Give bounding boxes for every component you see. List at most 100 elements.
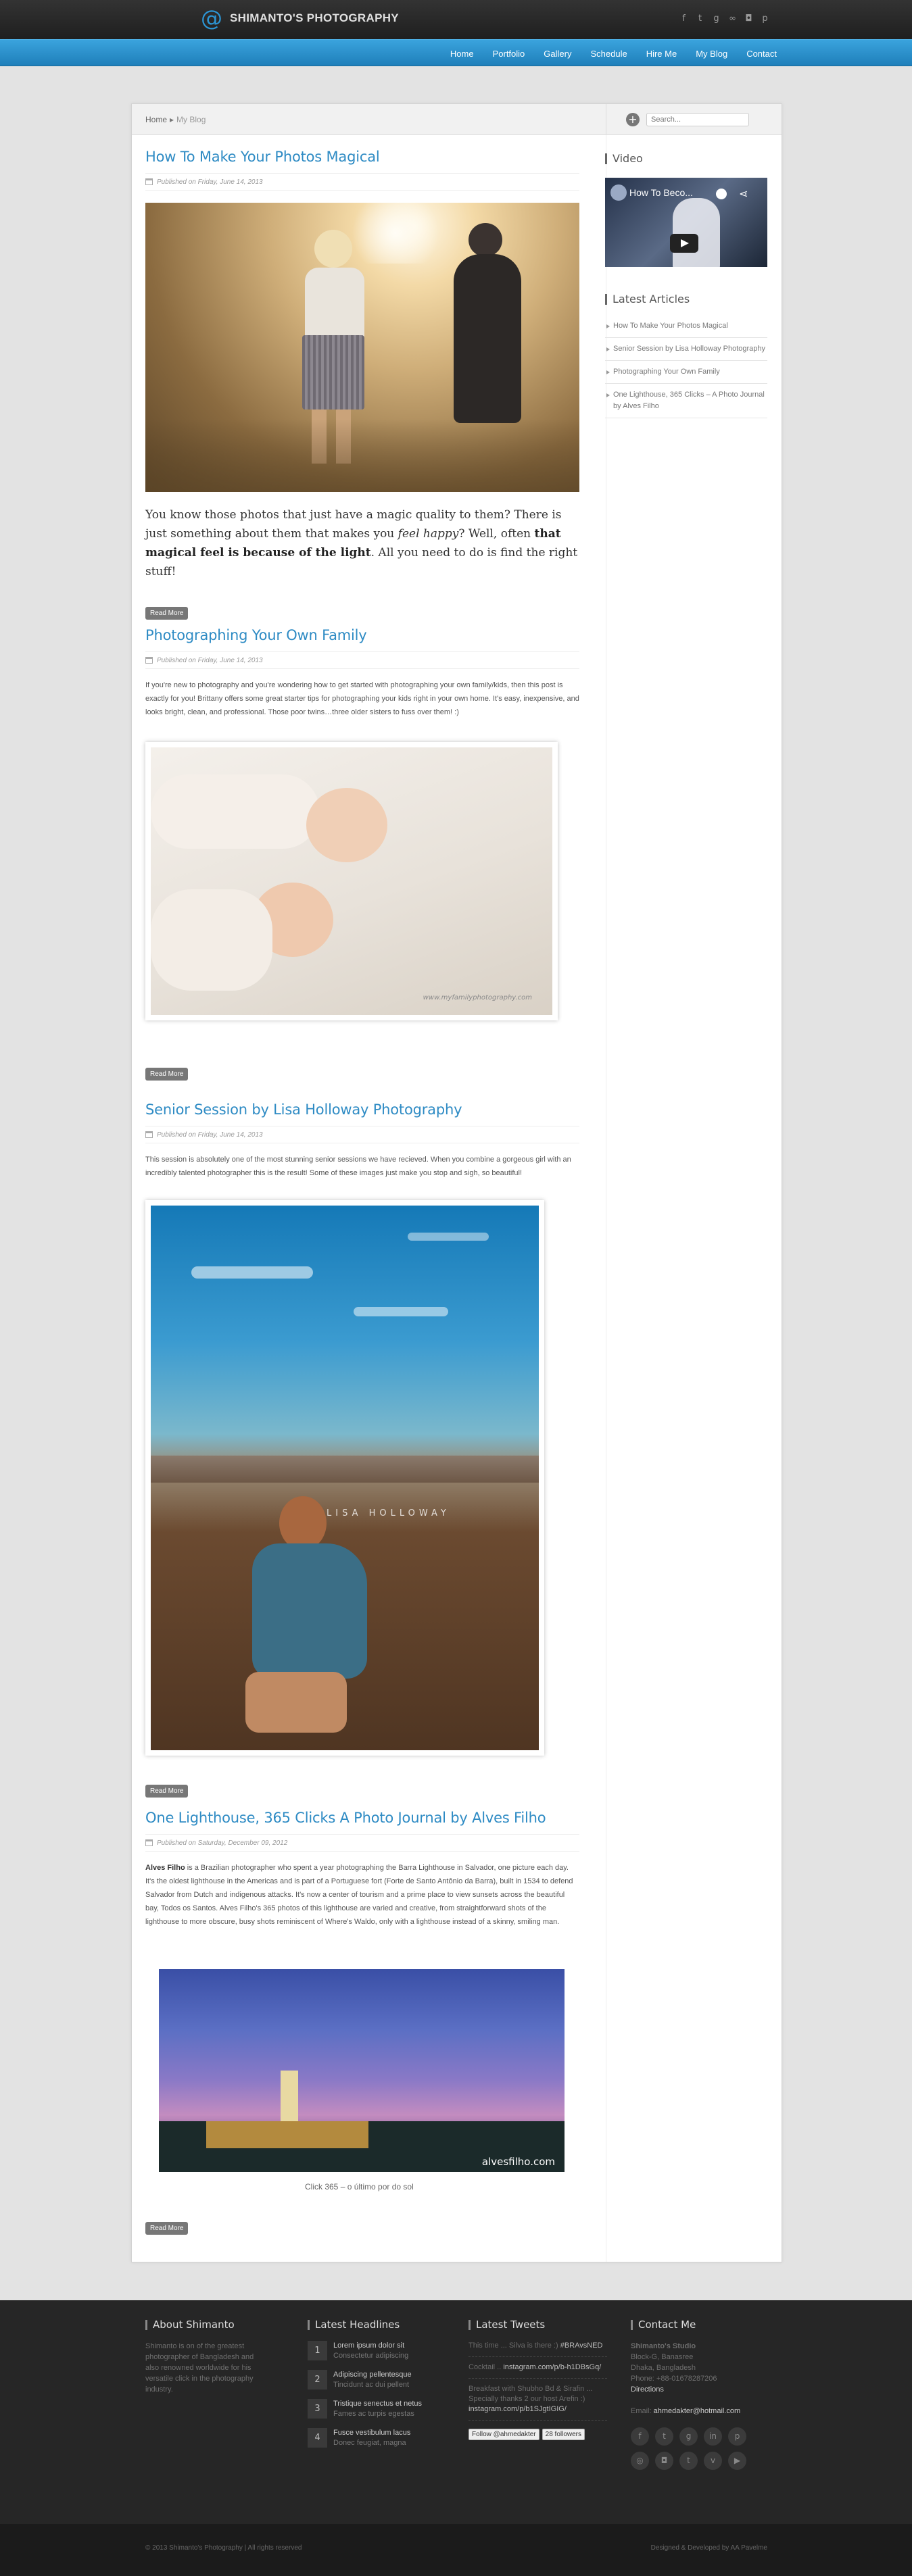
breadcrumb-home[interactable]: Home [145,115,167,124]
child-skirt [302,335,364,410]
dribbble-icon[interactable]: ◎ [631,2452,649,2470]
twitter-icon[interactable]: t [695,14,705,24]
linkedin-icon[interactable]: in [704,2427,722,2446]
pinterest-icon[interactable]: p [728,2427,746,2446]
latest-article-link[interactable]: One Lighthouse, 365 Clicks – A Photo Jou… [605,384,767,418]
nav-contact[interactable]: Contact [737,49,786,59]
tweet-link[interactable]: instagram.com/p/b1SJgtIGIG/ [469,2405,567,2413]
bottom-bar: © 2013 Shimanto's Photography | All righ… [0,2524,912,2576]
search-input[interactable] [646,113,749,126]
nav-my-blog[interactable]: My Blog [686,49,737,59]
calendar-icon [145,178,153,185]
footer-social-row: f t g in p [631,2427,766,2446]
pinterest-icon[interactable]: p [760,14,770,24]
mountains [151,1456,539,1483]
post-meta: Published on Saturday, December 09, 2012 [145,1834,579,1852]
followers-count: 28 followers [542,2429,585,2440]
post-image-girls-field[interactable] [145,203,579,492]
latest-articles-title: Latest Articles [605,294,690,305]
play-icon[interactable] [670,234,698,253]
facebook-icon[interactable]: f [631,2427,649,2446]
post-excerpt-block: You know those photos that just have a m… [145,505,579,581]
youtube-icon[interactable]: ▶ [728,2452,746,2470]
post-date: Published on Saturday, December 09, 2012 [157,1839,288,1847]
post-image-senior-frame[interactable]: LISA HOLLOWAY [145,1200,544,1756]
flickr-icon[interactable]: ∞ [727,14,738,24]
footer-contact-title: Contact Me [631,2320,766,2330]
nav-hire-me[interactable]: Hire Me [637,49,687,59]
post-image-lighthouse[interactable]: alvesfilho.com [159,1969,565,2172]
directions-link[interactable]: Directions [631,2384,766,2395]
post-title[interactable]: One Lighthouse, 365 Clicks A Photo Journ… [145,1810,579,1826]
search-area: + [606,104,782,135]
latest-article-link[interactable]: Photographing Your Own Family [605,361,767,384]
headline-item[interactable]: 3 Tristique senectus et netus Fames ac tur… [308,2399,436,2419]
tweet-link[interactable]: instagram.com/p/b-h1DBsGq/ [503,2363,601,2371]
blog-post: One Lighthouse, 365 Clicks A Photo Journ… [145,1810,579,1929]
footer-about: About Shimanto Shimanto is on of the gre… [145,2320,260,2395]
headline-item[interactable]: 1 Lorem ipsum dolor sit Consectetur adipis… [308,2341,436,2361]
nav-gallery[interactable]: Gallery [534,49,581,59]
contact-email: Email: ahmedakter@hotmail.com [631,2407,741,2415]
footer-tweets: Latest Tweets This time ... Silva is the… [469,2320,607,2440]
footer-social-row: ◎ ◘ t v ▶ [631,2452,766,2470]
google-plus-icon[interactable]: g [711,14,721,24]
footer-tweets-title: Latest Tweets [469,2320,607,2330]
follow-button[interactable]: Follow @ahmedakter [469,2429,539,2440]
post-title[interactable]: How To Make Your Photos Magical [145,149,579,165]
post-meta: Published on Friday, June 14, 2013 [145,173,579,191]
read-more-button[interactable]: Read More [145,2222,189,2235]
image-watermark: alvesfilho.com [481,2156,555,2168]
headline-number: 3 [308,2399,327,2419]
post-actions: Read More [145,1783,579,1798]
headline-subtitle: Fames ac turpis egestas [333,2410,414,2418]
model-dress [252,1543,367,1679]
tweet-link[interactable]: #BRAvsNED [560,2342,603,2350]
tumblr-icon[interactable]: t [679,2452,698,2470]
credit-text[interactable]: Designed & Developed by AA Pavelme [651,2544,767,2552]
headline-item[interactable]: 4 Fusce vestibulum lacus Donec feugiat, ma… [308,2428,436,2448]
contact-line: Block-G, Banasree [631,2353,694,2361]
site-footer: About Shimanto Shimanto is on of the gre… [0,2300,912,2524]
breadcrumb: Home ▸ My Blog [145,115,206,124]
post-title[interactable]: Photographing Your Own Family [145,627,579,643]
contact-line: Dhaka, Bangladesh [631,2364,696,2372]
headline-subtitle: Tincidunt ac dui pellent [333,2381,410,2389]
read-more-button[interactable]: Read More [145,607,189,620]
latest-article-link[interactable]: How To Make Your Photos Magical [605,315,767,338]
breadcrumb-bar: Home ▸ My Blog + [132,104,782,135]
read-more-button[interactable]: Read More [145,1068,189,1081]
image-caption: Click 365 – o último por do sol [305,2182,414,2191]
top-bar: @ SHIMANTO'S PHOTOGRAPHY f t g ∞ ◘ p [0,0,912,39]
google-plus-icon[interactable]: g [679,2427,698,2446]
post-image-twins: www.myfamilyphotography.com [151,747,552,1015]
headline-number: 2 [308,2370,327,2389]
latest-articles-list: How To Make Your Photos Magical Senior S… [605,315,767,418]
latest-article-link[interactable]: Senior Session by Lisa Holloway Photogra… [605,338,767,361]
instagram-icon[interactable]: ◘ [655,2452,673,2470]
clock-icon[interactable] [716,189,727,199]
nav-schedule[interactable]: Schedule [581,49,636,59]
twitter-icon[interactable]: t [655,2427,673,2446]
post-image-twins-frame[interactable]: www.myfamilyphotography.com [145,742,558,1020]
facebook-icon[interactable]: f [679,14,689,24]
nav-portfolio[interactable]: Portfolio [483,49,535,59]
post-actions: Read More [145,1066,579,1081]
plus-icon[interactable]: + [626,113,640,126]
footer-headlines: Latest Headlines 1 Lorem ipsum dolor sit C… [308,2320,436,2457]
site-logo[interactable]: @ SHIMANTO'S PHOTOGRAPHY [200,7,399,30]
post-title[interactable]: Senior Session by Lisa Holloway Photogra… [145,1101,579,1118]
site-name: SHIMANTO'S PHOTOGRAPHY [230,11,399,24]
video-player[interactable]: How To Beco... ⋖ [605,178,767,267]
instagram-icon[interactable]: ◘ [744,14,754,24]
share-icon[interactable]: ⋖ [739,187,748,200]
vimeo-icon[interactable]: v [704,2452,722,2470]
headline-subtitle: Consectetur adipiscing [333,2352,409,2360]
headline-item[interactable]: 2 Adipiscing pellentesque Tincidunt ac dui… [308,2370,436,2390]
calendar-icon [145,657,153,664]
nav-home[interactable]: Home [441,49,483,59]
post-actions: Read More [145,605,579,620]
blog-post: Senior Session by Lisa Holloway Photogra… [145,1101,579,1180]
read-more-button[interactable]: Read More [145,1785,189,1798]
sunlight-glow [341,203,450,264]
